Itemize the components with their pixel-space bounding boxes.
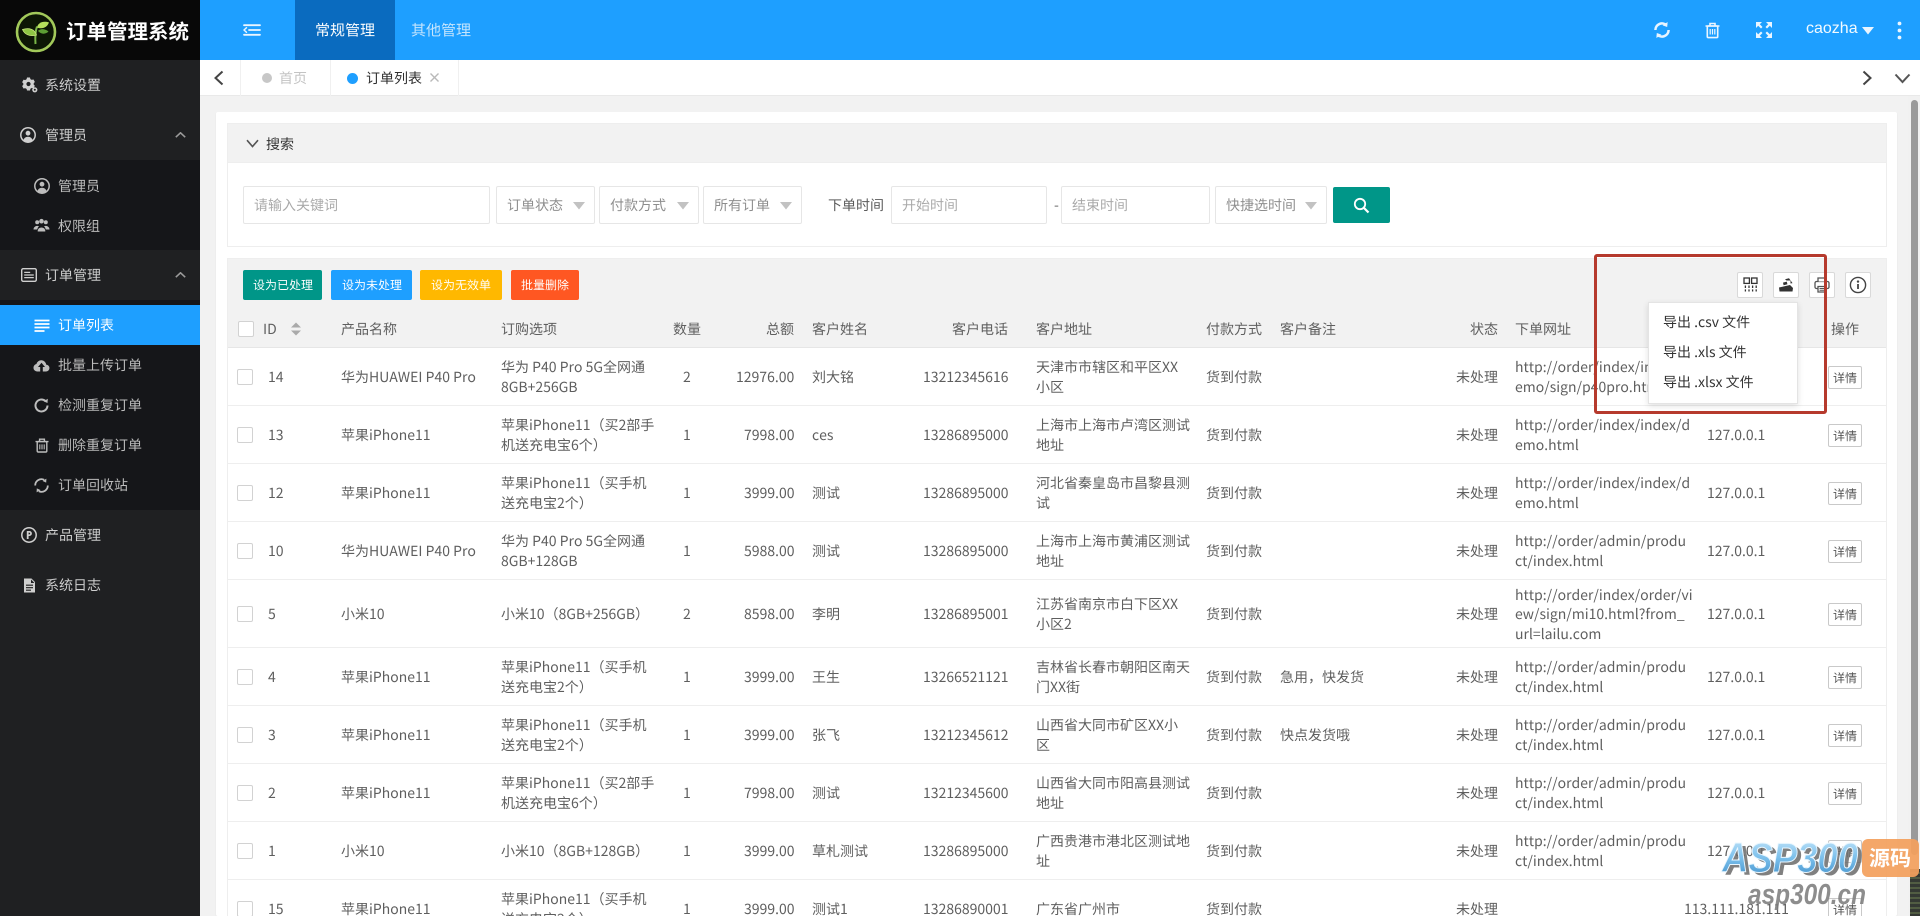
svg-text:asp300.cn: asp300.cn (1748, 879, 1866, 911)
svg-text:ASP300: ASP300 (1721, 834, 1858, 881)
